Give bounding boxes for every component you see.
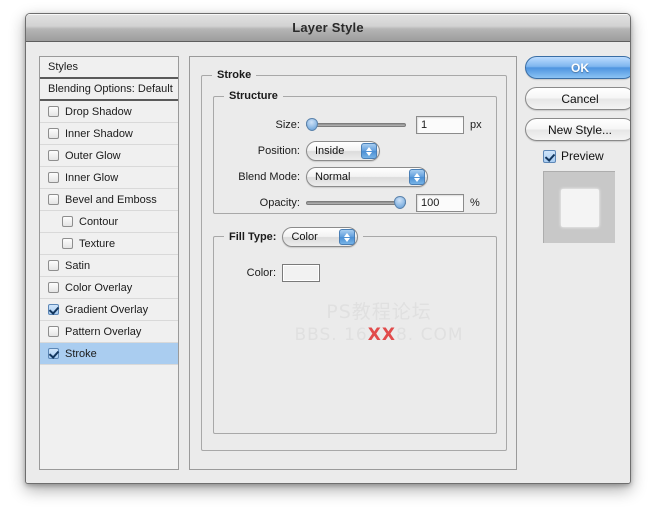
opacity-row: Opacity: 100 %	[214, 193, 496, 213]
blend-mode-label: Blend Mode:	[238, 171, 300, 183]
preview-thumbnail	[543, 171, 615, 243]
watermark-red-text: XX	[367, 325, 396, 345]
stroke-group: Stroke Structure Size: 1 px Position: In…	[201, 69, 507, 451]
sidebar-item-gradient-overlay[interactable]: Gradient Overlay	[40, 299, 178, 321]
sidebar-item-drop-shadow[interactable]: Drop Shadow	[40, 101, 178, 123]
blend-mode-value: Normal	[315, 171, 351, 183]
sidebar-item-bevel-and-emboss[interactable]: Bevel and Emboss	[40, 189, 178, 211]
effect-checkbox[interactable]	[48, 106, 59, 117]
size-row: Size: 1 px	[214, 115, 496, 135]
styles-header-label: Styles	[48, 61, 78, 73]
sidebar-item-satin[interactable]: Satin	[40, 255, 178, 277]
structure-group-title: Structure	[224, 90, 283, 102]
opacity-input[interactable]: 100	[416, 194, 464, 212]
preview-thumbnail-shape	[560, 188, 599, 227]
dialog-body: Styles Blending Options: Default Drop Sh…	[26, 42, 630, 483]
chevron-updown-icon	[409, 169, 425, 185]
opacity-slider-thumb[interactable]	[394, 196, 406, 209]
new-style-button[interactable]: New Style...	[525, 118, 630, 141]
dialog-actions: OK Cancel New Style... Preview	[525, 56, 630, 243]
preview-checkbox[interactable]	[543, 149, 556, 163]
sidebar-item-label: Drop Shadow	[65, 105, 132, 118]
sidebar-item-inner-shadow[interactable]: Inner Shadow	[40, 123, 178, 145]
color-label: Color:	[246, 267, 276, 279]
sidebar-item-label: Outer Glow	[65, 149, 121, 162]
sidebar-item-label: Texture	[79, 237, 116, 250]
size-slider-thumb[interactable]	[306, 118, 318, 131]
styles-list-panel: Styles Blending Options: Default Drop Sh…	[39, 56, 179, 470]
sidebar-item-color-overlay[interactable]: Color Overlay	[40, 277, 178, 299]
effect-checkbox[interactable]	[48, 348, 59, 359]
layer-style-dialog: Layer Style Styles Blending Options: Def…	[25, 13, 631, 484]
ok-button[interactable]: OK	[525, 56, 630, 79]
fill-type-value: Color	[291, 231, 318, 243]
styles-item-container: Drop Shadow Inner Shadow Outer Glow Inner G…	[40, 101, 178, 365]
watermark-prefix: BBS. 16	[294, 325, 368, 345]
effect-checkbox[interactable]	[62, 216, 73, 227]
preview-toggle[interactable]: Preview	[543, 149, 621, 163]
fill-type-dropdown[interactable]: Color	[282, 227, 359, 247]
position-dropdown[interactable]: Inside	[306, 141, 380, 161]
sidebar-item-outer-glow[interactable]: Outer Glow	[40, 145, 178, 167]
styles-list-header: Styles	[40, 57, 178, 79]
sidebar-item-label: Pattern Overlay	[65, 325, 142, 338]
opacity-slider-track	[306, 201, 406, 205]
effect-checkbox[interactable]	[48, 172, 59, 183]
fill-type-label: Fill Type:	[229, 231, 277, 243]
blend-mode-row: Blend Mode: Normal	[214, 167, 496, 187]
watermark-line-2: BBS. 16XX8. COM	[274, 325, 484, 345]
stroke-options-panel: Stroke Structure Size: 1 px Position: In…	[189, 56, 517, 470]
watermark-line-1: PS教程论坛	[326, 301, 432, 323]
effect-checkbox[interactable]	[48, 194, 59, 205]
cancel-button[interactable]: Cancel	[525, 87, 630, 110]
sidebar-item-blending-options[interactable]: Blending Options: Default	[40, 79, 178, 101]
sidebar-item-label: Stroke	[65, 347, 97, 360]
fill-type-header: Fill Type: Color	[224, 227, 364, 247]
sidebar-item-contour[interactable]: Contour	[40, 211, 178, 233]
chevron-updown-icon	[361, 143, 377, 159]
opacity-unit-label: %	[470, 197, 480, 209]
sidebar-item-label: Inner Shadow	[65, 127, 133, 140]
sidebar-item-label: Color Overlay	[65, 281, 133, 294]
effect-checkbox[interactable]	[48, 260, 59, 271]
opacity-slider[interactable]	[306, 196, 406, 210]
sidebar-item-label: Inner Glow	[65, 171, 119, 184]
sidebar-item-label: Gradient Overlay	[65, 303, 149, 316]
blending-options-label: Blending Options: Default	[48, 83, 173, 95]
size-unit-label: px	[470, 119, 482, 131]
preview-label: Preview	[561, 149, 604, 163]
sidebar-item-label: Bevel and Emboss	[65, 193, 157, 206]
effect-checkbox[interactable]	[48, 304, 59, 315]
effect-checkbox[interactable]	[48, 326, 59, 337]
chevron-updown-icon	[339, 229, 356, 245]
size-input[interactable]: 1	[416, 116, 464, 134]
watermark-suffix: 8. COM	[395, 325, 464, 345]
effect-checkbox[interactable]	[48, 128, 59, 139]
effect-checkbox[interactable]	[48, 150, 59, 161]
position-value: Inside	[315, 145, 345, 157]
size-label: Size:	[275, 119, 300, 131]
sidebar-item-stroke[interactable]: Stroke	[40, 343, 178, 365]
fill-type-group: Fill Type: Color Color: PS教程论坛 BBS. 16XX…	[213, 227, 497, 434]
stroke-group-title: Stroke	[212, 69, 257, 81]
watermark: PS教程论坛 BBS. 16XX8. COM	[274, 297, 484, 345]
color-swatch[interactable]	[282, 264, 320, 282]
sidebar-item-label: Contour	[79, 215, 119, 228]
color-row: Color:	[214, 263, 496, 283]
sidebar-item-texture[interactable]: Texture	[40, 233, 178, 255]
window-title: Layer Style	[292, 20, 364, 35]
sidebar-item-label: Satin	[65, 259, 91, 272]
opacity-label: Opacity:	[259, 197, 300, 209]
sidebar-item-inner-glow[interactable]: Inner Glow	[40, 167, 178, 189]
size-slider[interactable]	[306, 118, 406, 132]
sidebar-item-pattern-overlay[interactable]: Pattern Overlay	[40, 321, 178, 343]
effect-checkbox[interactable]	[48, 282, 59, 293]
size-slider-track	[306, 123, 406, 127]
structure-group: Structure Size: 1 px Position: Inside Bl…	[213, 90, 497, 214]
position-row: Position: Inside	[214, 141, 496, 161]
position-label: Position:	[257, 145, 300, 157]
blend-mode-dropdown[interactable]: Normal	[306, 167, 428, 187]
effect-checkbox[interactable]	[62, 238, 73, 249]
title-bar[interactable]: Layer Style	[26, 14, 630, 42]
